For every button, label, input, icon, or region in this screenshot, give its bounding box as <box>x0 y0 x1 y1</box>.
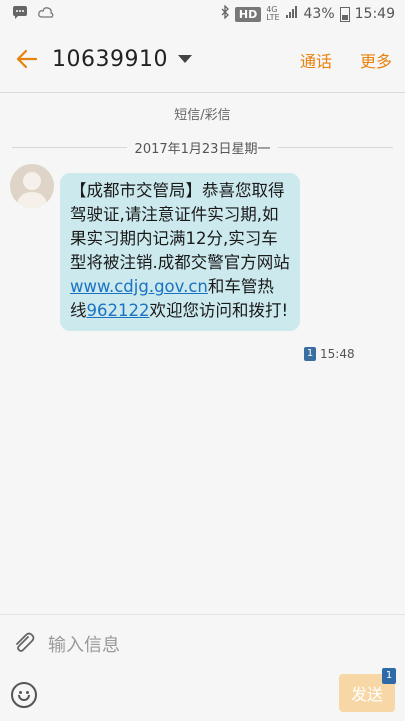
network-type: 4G LTE <box>266 5 280 22</box>
call-button[interactable]: 通话 <box>300 48 332 72</box>
hd-voice-badge: HD <box>234 6 262 22</box>
app-bar-divider <box>0 92 405 93</box>
website-link[interactable]: www.cdjg.gov.cn <box>70 277 208 296</box>
message-text: 【成都市交管局】恭喜您取得驾驶证,请注意证件实习期,如果实习期内记满12分,实习… <box>70 181 290 272</box>
clock: 15:49 <box>354 6 395 22</box>
signal-icon <box>285 5 299 23</box>
battery-icon <box>339 6 350 22</box>
message-bubble[interactable]: 【成都市交管局】恭喜您取得驾驶证,请注意证件实习期,如果实习期内记满12分,实习… <box>60 173 300 331</box>
app-bar: 10639910 通话 更多 <box>0 28 405 90</box>
message-notification-icon <box>12 5 28 23</box>
message-time: 15:48 <box>320 347 355 361</box>
message-input[interactable]: 输入信息 <box>48 631 120 657</box>
cloud-icon <box>38 6 54 22</box>
avatar[interactable] <box>10 164 54 208</box>
phone-link[interactable]: 962122 <box>87 301 150 320</box>
send-sim-badge: 1 <box>382 668 396 684</box>
bluetooth-icon <box>220 4 230 23</box>
battery-percentage: 43% <box>303 6 335 22</box>
status-bar: HD 4G LTE 43% 15:49 <box>0 0 405 28</box>
sim-badge: 1 <box>304 347 316 361</box>
contact-avatar-icon <box>16 172 48 208</box>
message-type-label: 短信/彩信 <box>174 108 231 123</box>
attachment-icon[interactable] <box>12 631 36 655</box>
emoji-icon[interactable] <box>11 682 37 708</box>
date-separator: 2017年1月23日星期一 <box>0 138 405 157</box>
more-button[interactable]: 更多 <box>360 48 392 72</box>
back-arrow-icon[interactable] <box>0 49 52 69</box>
date-label: 2017年1月23日星期一 <box>134 142 271 157</box>
message-text: 欢迎您访问和拨打! <box>149 301 289 320</box>
chevron-down-icon[interactable] <box>177 55 192 63</box>
contact-number[interactable]: 10639910 <box>52 47 168 72</box>
